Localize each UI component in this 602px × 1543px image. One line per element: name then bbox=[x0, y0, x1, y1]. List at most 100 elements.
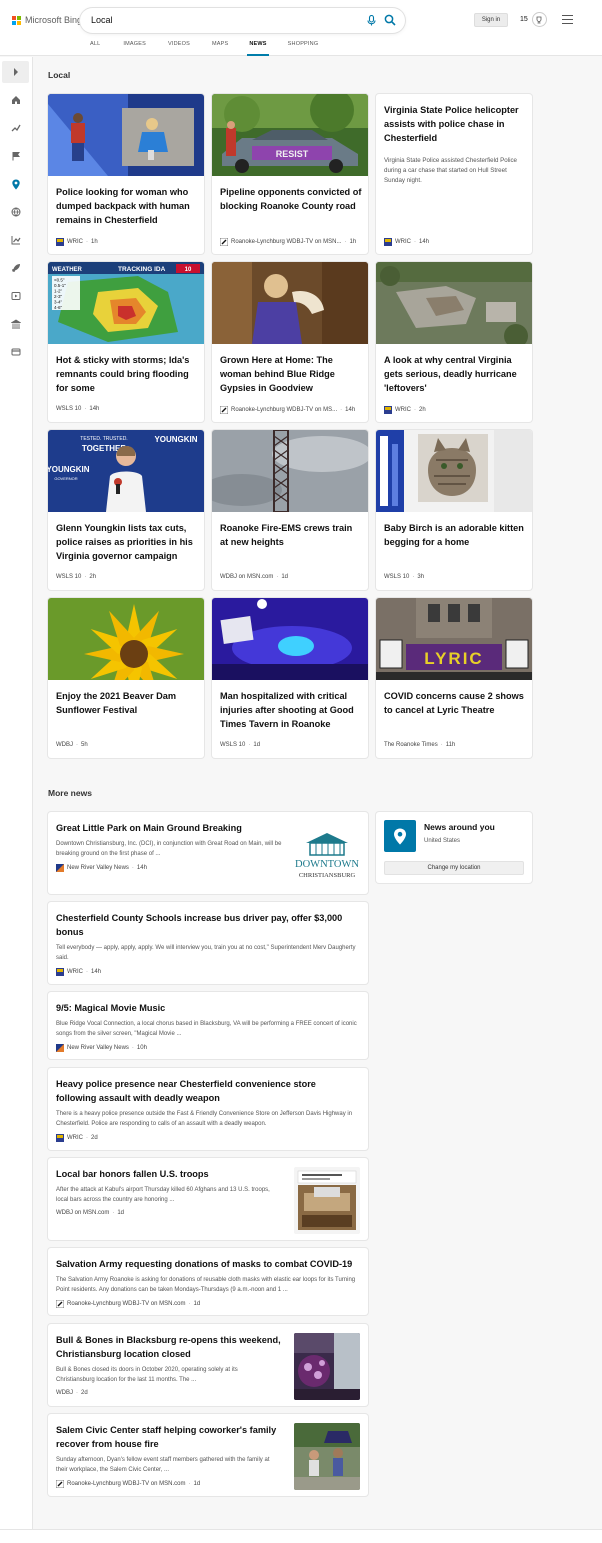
location-icon[interactable] bbox=[10, 178, 22, 190]
rain-scale-4: 2-3" bbox=[54, 294, 63, 299]
theatre-sign: LYRIC bbox=[424, 649, 483, 668]
menu-icon[interactable] bbox=[562, 15, 573, 24]
news-card[interactable]: Grown Here at Home: The woman behind Blu… bbox=[212, 262, 368, 422]
article-title[interactable]: Heavy police presence near Chesterfield … bbox=[56, 1077, 356, 1105]
article-description: Blue Ridge Vocal Connection, a local cho… bbox=[56, 1021, 357, 1037]
news-card[interactable]: Roanoke Fire-EMS crews train at new heig… bbox=[212, 430, 368, 590]
trophy-icon bbox=[531, 12, 547, 27]
news-list-item[interactable]: Heavy police presence near Chesterfield … bbox=[48, 1068, 368, 1150]
article-title[interactable]: Baby Birch is an adorable kitten begging… bbox=[384, 521, 526, 549]
news-around-you-card: News around you United States Change my … bbox=[376, 812, 532, 883]
article-time: 14h bbox=[89, 406, 100, 412]
news-list-item[interactable]: Salvation Army requesting donations of m… bbox=[48, 1248, 368, 1315]
article-title[interactable]: Bull & Bones in Blacksburg re-opens this… bbox=[56, 1333, 286, 1361]
rewards-count: 15 bbox=[520, 16, 528, 23]
rewards-button[interactable]: 15 bbox=[520, 12, 547, 27]
article-source: New River Valley News · 10h bbox=[56, 1044, 147, 1052]
news-card[interactable]: Man hospitalized with critical injuries … bbox=[212, 598, 368, 758]
trending-icon[interactable] bbox=[10, 122, 22, 134]
article-source: WDBJ on MSN.com · 1d bbox=[56, 1210, 125, 1216]
article-title[interactable]: Glenn Youngkin lists tax cuts, police ra… bbox=[56, 521, 198, 563]
article-description: Downtown Christiansburg, Inc. (DCI), in … bbox=[56, 841, 282, 857]
news-card[interactable]: Virginia State Police helicopter assists… bbox=[376, 94, 532, 254]
article-title[interactable]: Enjoy the 2021 Beaver Dam Sunflower Fest… bbox=[56, 689, 198, 717]
article-image: LYRIC bbox=[376, 598, 532, 680]
sign-left: YOUNGKIN bbox=[48, 465, 90, 474]
article-title[interactable]: Pipeline opponents convicted of blocking… bbox=[220, 185, 362, 213]
news-card[interactable]: Enjoy the 2021 Beaver Dam Sunflower Fest… bbox=[48, 598, 204, 758]
article-image: YOUNGKIN YOUNGKIN GOVERNOR TESTED. TRUST… bbox=[48, 430, 204, 512]
news-card[interactable]: Police looking for woman who dumped back… bbox=[48, 94, 204, 254]
article-source: The Roanoke Times · 11h bbox=[384, 742, 456, 748]
article-source: WRIC · 2h bbox=[384, 406, 426, 414]
microphone-icon[interactable] bbox=[367, 15, 376, 26]
rain-scale-2: 0.5-1" bbox=[54, 283, 66, 288]
article-time: 1h bbox=[91, 239, 98, 245]
article-title[interactable]: Virginia State Police helicopter assists… bbox=[384, 103, 526, 145]
video-icon[interactable] bbox=[10, 290, 22, 302]
wric-logo-icon bbox=[56, 1134, 64, 1142]
news-list-item[interactable]: Great Little Park on Main Ground Breakin… bbox=[48, 812, 368, 894]
article-title[interactable]: Roanoke Fire-EMS crews train at new heig… bbox=[220, 521, 362, 549]
article-title[interactable]: A look at why central Virginia gets seri… bbox=[384, 353, 526, 395]
news-card[interactable]: Baby Birch is an adorable kitten begging… bbox=[376, 430, 532, 590]
globe-icon[interactable] bbox=[10, 206, 22, 218]
source-name: WSLS 10 bbox=[56, 574, 82, 580]
article-title[interactable]: COVID concerns cause 2 shows to cancel a… bbox=[384, 689, 526, 717]
tab-shopping[interactable]: SHOPPING bbox=[288, 41, 319, 56]
article-time: 14h bbox=[91, 969, 102, 975]
flag-icon[interactable] bbox=[10, 150, 22, 162]
home-icon[interactable] bbox=[10, 94, 22, 106]
article-thumbnail bbox=[294, 1333, 360, 1400]
article-title[interactable]: Grown Here at Home: The woman behind Blu… bbox=[220, 353, 362, 395]
news-list-item[interactable]: Bull & Bones in Blacksburg re-opens this… bbox=[48, 1324, 368, 1406]
search-icon[interactable] bbox=[384, 14, 396, 26]
article-time: 3h bbox=[417, 574, 425, 580]
tab-maps[interactable]: MAPS bbox=[212, 41, 228, 56]
news-list-item[interactable]: Local bar honors fallen U.S. troops Afte… bbox=[48, 1158, 368, 1240]
search-input[interactable]: Local bbox=[91, 15, 113, 25]
article-title[interactable]: Salem Civic Center staff helping coworke… bbox=[56, 1423, 286, 1451]
tab-all[interactable]: ALL bbox=[90, 41, 100, 56]
news-list-item[interactable]: 9/5: Magical Movie Music Blue Ridge Voca… bbox=[48, 992, 368, 1059]
tab-images[interactable]: IMAGES bbox=[123, 41, 146, 56]
section-title-local: Local bbox=[48, 70, 71, 80]
news-card[interactable]: RESIST Pipeline opponents convicted of b… bbox=[212, 94, 368, 254]
location-pin-icon bbox=[384, 820, 416, 852]
source-name: WDBJ on MSN.com bbox=[220, 574, 274, 580]
article-title[interactable]: Chesterfield County Schools increase bus… bbox=[56, 911, 356, 939]
article-description: Sunday afternoon, Dyan's fellow event st… bbox=[56, 1457, 270, 1473]
search-box[interactable]: Local bbox=[80, 8, 405, 33]
article-source: WRIC · 14h bbox=[56, 968, 101, 976]
bing-logo[interactable]: Microsoft Bing bbox=[12, 15, 82, 25]
article-title[interactable]: Police looking for woman who dumped back… bbox=[56, 185, 198, 227]
article-image: WEATHER TRACKING IDA 10 <0.5" 0.5-1" 1-2… bbox=[48, 262, 204, 344]
tab-news[interactable]: NEWS bbox=[247, 41, 270, 56]
card-icon[interactable] bbox=[10, 346, 22, 358]
expand-icon[interactable] bbox=[2, 61, 29, 83]
news-card[interactable]: A look at why central Virginia gets seri… bbox=[376, 262, 532, 422]
news-card[interactable]: WEATHER TRACKING IDA 10 <0.5" 0.5-1" 1-2… bbox=[48, 262, 204, 422]
news-around-title: News around you bbox=[424, 822, 495, 832]
rocket-icon[interactable] bbox=[10, 262, 22, 274]
article-title[interactable]: Local bar honors fallen U.S. troops bbox=[56, 1167, 286, 1181]
article-title[interactable]: Man hospitalized with critical injuries … bbox=[220, 689, 362, 731]
article-source: WSLS 10 · 14h bbox=[56, 406, 100, 412]
car-text: RESIST bbox=[276, 149, 309, 159]
news-list-item[interactable]: Chesterfield County Schools increase bus… bbox=[48, 902, 368, 984]
bank-icon[interactable] bbox=[10, 318, 22, 330]
article-source: Roanoke-Lynchburg WDBJ-TV on MSN... · 1h bbox=[220, 238, 356, 246]
news-list-item[interactable]: Salem Civic Center staff helping coworke… bbox=[48, 1414, 368, 1496]
article-time: 1d bbox=[117, 1210, 125, 1216]
chart-icon[interactable] bbox=[10, 234, 22, 246]
news-card[interactable]: LYRIC COVID concerns cause 2 shows to ca… bbox=[376, 598, 532, 758]
tab-videos[interactable]: VIDEOS bbox=[168, 41, 190, 56]
article-title[interactable]: Hot & sticky with storms; Ida's remnants… bbox=[56, 353, 198, 395]
sign-in-button[interactable]: Sign in bbox=[474, 13, 508, 27]
article-title[interactable]: 9/5: Magical Movie Music bbox=[56, 1001, 356, 1015]
source-name: WSLS 10 bbox=[220, 742, 246, 748]
change-location-button[interactable]: Change my location bbox=[384, 861, 524, 875]
news-card[interactable]: YOUNGKIN YOUNGKIN GOVERNOR TESTED. TRUST… bbox=[48, 430, 204, 590]
article-title[interactable]: Salvation Army requesting donations of m… bbox=[56, 1257, 356, 1271]
article-title[interactable]: Great Little Park on Main Ground Breakin… bbox=[56, 821, 296, 835]
